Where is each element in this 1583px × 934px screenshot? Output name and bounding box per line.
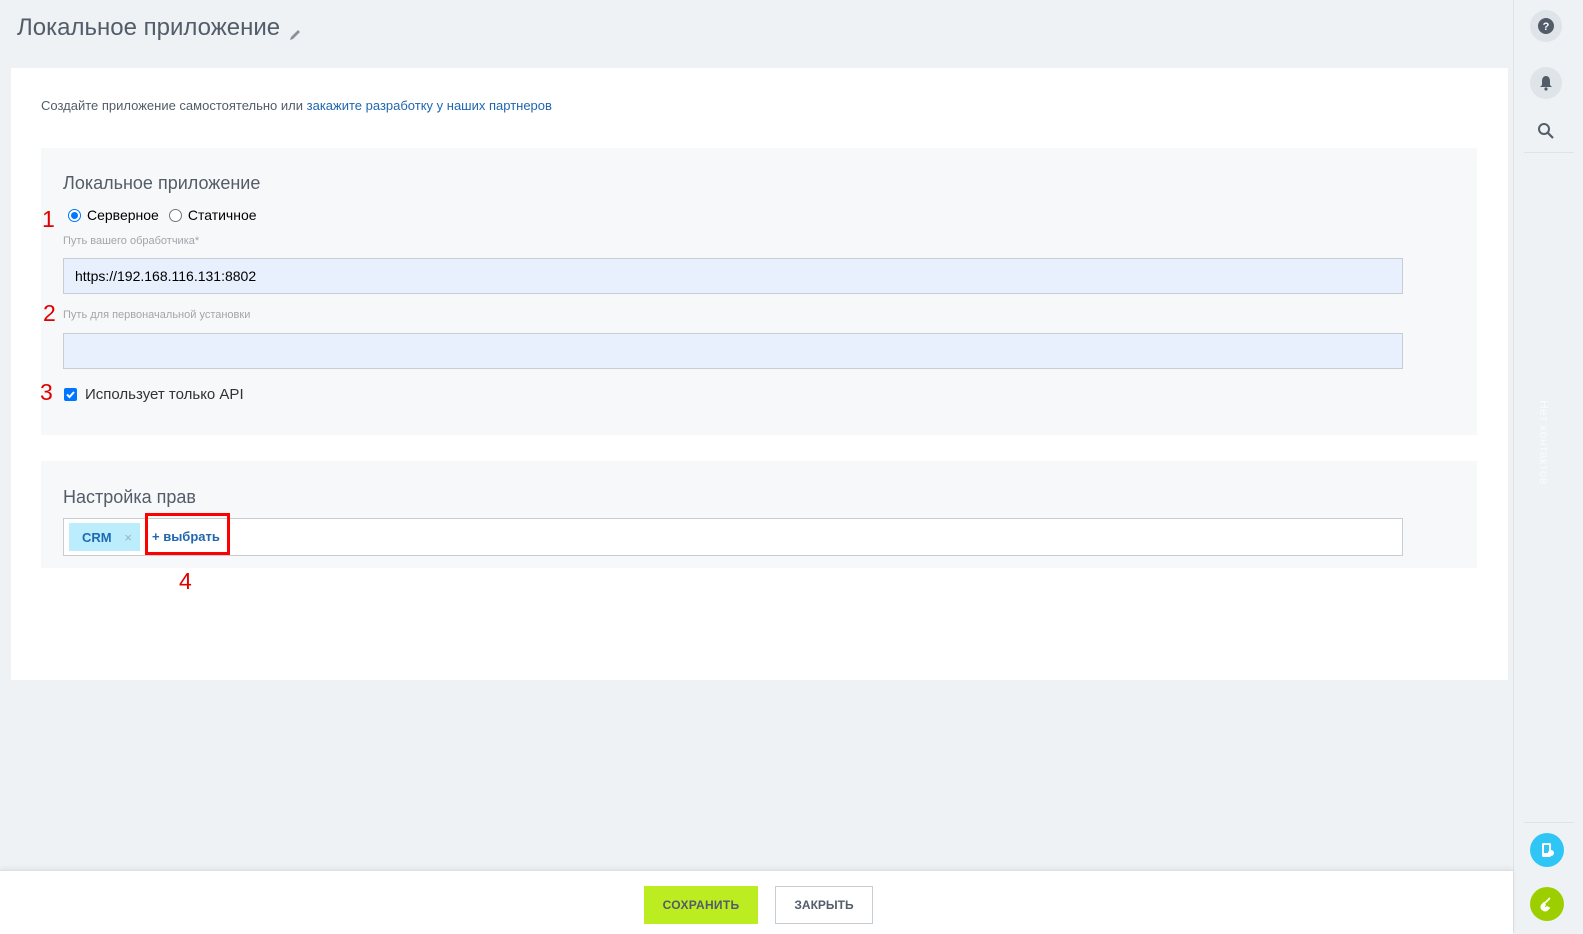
- api-only-checkbox[interactable]: [64, 388, 77, 401]
- annotation-number-3: 3: [40, 379, 53, 405]
- install-path-label: Путь для первоначальной установки: [63, 309, 251, 321]
- footer-bar: СОХРАНИТЬ ЗАКРЫТЬ: [0, 870, 1513, 934]
- annotation-number-2: 2: [43, 300, 56, 326]
- rights-title: Настройка прав: [63, 487, 196, 507]
- close-button[interactable]: ЗАКРЫТЬ: [775, 886, 873, 924]
- main-card: Создайте приложение самостоятельно или з…: [11, 68, 1508, 680]
- rights-section: Настройка прав CRM × + выбрать: [41, 461, 1477, 568]
- scope-tag-label: CRM: [82, 529, 112, 545]
- app-type-radio-group: Серверное Статичное: [68, 207, 267, 223]
- scope-tag: CRM ×: [69, 523, 140, 551]
- intro-text: Создайте приложение самостоятельно или з…: [41, 98, 552, 113]
- search-icon[interactable]: [1530, 115, 1562, 147]
- no-contacts-text: Нет контактов: [1537, 400, 1551, 485]
- phone-screen-icon[interactable]: [1530, 833, 1564, 867]
- help-icon[interactable]: ?: [1530, 10, 1562, 42]
- annotation-number-1: 1: [42, 206, 55, 232]
- annotation-highlight-box: [145, 513, 230, 555]
- local-app-section: Локальное приложение Серверное Статичное…: [41, 148, 1477, 435]
- right-panel: ? Нет контактов: [1513, 0, 1583, 933]
- pencil-icon[interactable]: [288, 21, 302, 40]
- handler-path-input[interactable]: [63, 258, 1403, 294]
- bell-icon[interactable]: [1530, 67, 1562, 99]
- annotation-number-4: 4: [179, 568, 192, 594]
- rights-selector[interactable]: CRM × + выбрать: [63, 518, 1403, 556]
- svg-text:?: ?: [1543, 21, 1550, 33]
- partners-link[interactable]: закажите разработку у наших партнеров: [307, 98, 552, 113]
- radio-server-label[interactable]: Серверное: [87, 207, 159, 223]
- phone-icon[interactable]: [1530, 887, 1564, 921]
- section-title: Локальное приложение: [63, 173, 261, 193]
- tag-remove-icon[interactable]: ×: [124, 530, 132, 545]
- radio-static-label[interactable]: Статичное: [188, 207, 257, 223]
- intro-label: Создайте приложение самостоятельно или: [41, 98, 307, 113]
- radio-static[interactable]: [168, 208, 182, 222]
- panel-divider-bottom: [1524, 822, 1574, 823]
- radio-server[interactable]: [68, 208, 81, 222]
- page-title: Локальное приложение: [17, 14, 302, 42]
- install-path-input[interactable]: [63, 333, 1403, 369]
- page-title-text: Локальное приложение: [17, 14, 281, 41]
- api-only-label[interactable]: Использует только API: [85, 386, 244, 403]
- api-only-row: Использует только API: [64, 386, 244, 403]
- panel-divider: [1524, 152, 1574, 153]
- handler-path-label: Путь вашего обработчика*: [63, 235, 200, 247]
- save-button[interactable]: СОХРАНИТЬ: [644, 886, 758, 924]
